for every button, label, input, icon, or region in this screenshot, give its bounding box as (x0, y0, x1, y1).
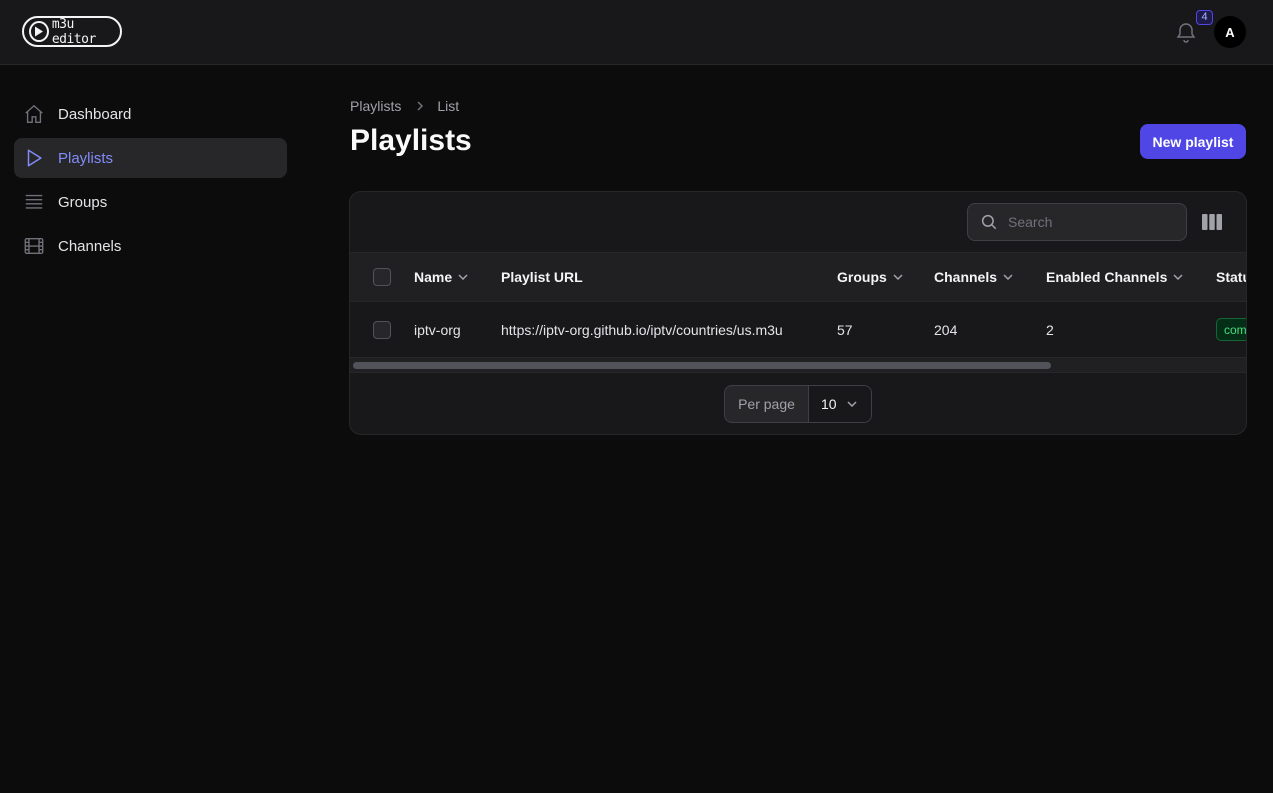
sidebar-item-dashboard[interactable]: Dashboard (14, 94, 287, 134)
select-all-checkbox[interactable] (373, 268, 391, 286)
home-icon (25, 104, 43, 123)
sidebar-item-label: Channels (58, 237, 122, 255)
notification-count-badge: 4 (1196, 10, 1213, 25)
column-header-name[interactable]: Name (414, 253, 468, 301)
column-header-status[interactable]: Statu (1216, 253, 1246, 301)
breadcrumb: Playlists List (350, 97, 459, 115)
cell-channels: 204 (934, 321, 958, 338)
page-title: Playlists (350, 124, 472, 157)
sidebar-item-label: Groups (58, 193, 108, 211)
logo-text: m3u editor (51, 16, 96, 47)
per-page-label: Per page (725, 386, 809, 422)
top-bar: m3u editor 4 A (0, 0, 1273, 65)
chevron-down-icon (1173, 274, 1183, 280)
new-playlist-button[interactable]: New playlist (1140, 124, 1246, 159)
column-label: Groups (837, 269, 887, 285)
table-header: Name Playlist URL Groups Channels Enable… (350, 253, 1246, 302)
column-toggle-icon[interactable] (1202, 214, 1222, 230)
film-icon (24, 237, 44, 255)
scrollbar-thumb[interactable] (353, 362, 1051, 369)
horizontal-scrollbar[interactable] (350, 358, 1246, 373)
breadcrumb-link-playlists[interactable]: Playlists (350, 98, 401, 114)
chevron-down-icon (1003, 274, 1013, 280)
column-label: Enabled Channels (1046, 269, 1168, 285)
sidebar-item-label: Playlists (58, 149, 114, 167)
pagination: Per page 10 (350, 373, 1246, 434)
per-page-select[interactable]: Per page 10 (724, 385, 872, 423)
column-label: Name (414, 269, 453, 285)
cell-playlist-url: https://iptv-org.github.io/iptv/countrie… (501, 321, 783, 338)
table-row[interactable]: iptv-org https://iptv-org.github.io/iptv… (350, 302, 1246, 358)
sidebar-nav: Dashboard Playlists Groups Channels (14, 94, 287, 270)
chevron-down-icon (893, 274, 903, 280)
row-checkbox[interactable] (373, 320, 391, 339)
sidebar-item-playlists[interactable]: Playlists (14, 138, 287, 178)
cell-enabled-channels: 2 (1046, 321, 1054, 338)
sidebar-item-label: Dashboard (58, 105, 132, 123)
cell-groups: 57 (837, 321, 853, 338)
search-input[interactable] (1008, 214, 1178, 230)
column-header-groups[interactable]: Groups (837, 253, 903, 301)
search-icon (981, 214, 997, 230)
per-page-dropdown[interactable]: 10 (809, 386, 871, 422)
user-avatar[interactable]: A (1214, 16, 1246, 48)
notifications-bell-icon[interactable] (1174, 20, 1198, 44)
table-toolbar (350, 192, 1246, 253)
list-icon (25, 194, 43, 209)
play-icon (27, 149, 42, 167)
search-box[interactable] (967, 203, 1187, 241)
logo-play-icon (29, 21, 49, 42)
chevron-down-icon (458, 274, 468, 280)
status-badge: com (1216, 318, 1246, 341)
app-logo[interactable]: m3u editor (22, 16, 122, 47)
column-header-channels[interactable]: Channels (934, 253, 1013, 301)
chevron-down-icon (847, 401, 857, 407)
breadcrumb-current: List (437, 98, 460, 114)
sidebar-item-channels[interactable]: Channels (14, 226, 287, 266)
column-label: Channels (934, 269, 998, 285)
column-label: Statu (1216, 269, 1246, 285)
per-page-value: 10 (821, 396, 837, 412)
column-header-enabled-channels[interactable]: Enabled Channels (1046, 253, 1183, 301)
sidebar-item-groups[interactable]: Groups (14, 182, 287, 222)
cell-name: iptv-org (414, 321, 461, 338)
playlists-table-card: Name Playlist URL Groups Channels Enable… (349, 191, 1247, 435)
chevron-right-icon (415, 101, 425, 111)
column-header-playlist-url: Playlist URL (501, 253, 583, 301)
column-label: Playlist URL (501, 269, 583, 285)
